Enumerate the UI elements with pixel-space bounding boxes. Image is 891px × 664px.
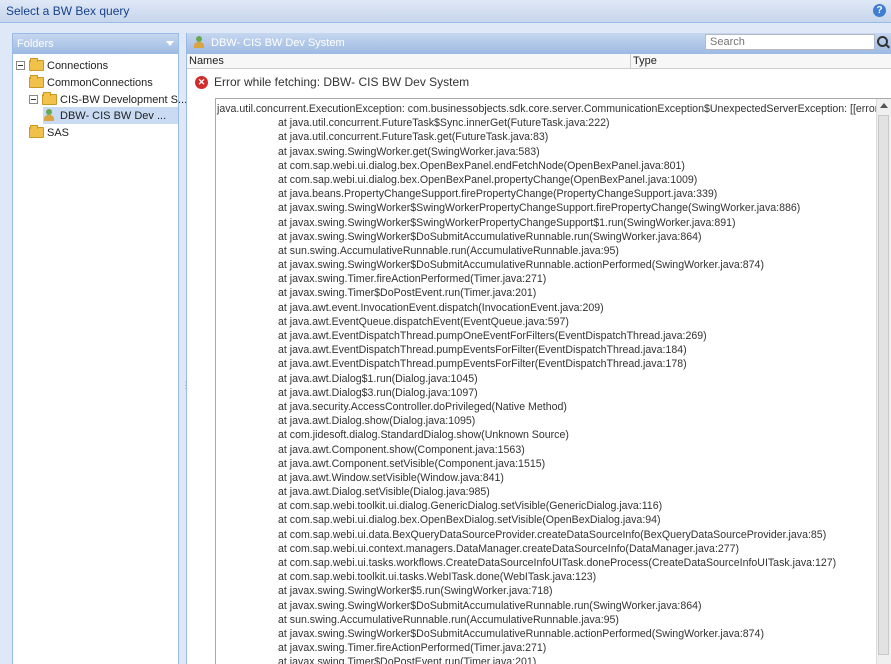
collapse-icon[interactable] [29,95,38,104]
content-title: DBW- CIS BW Dev System [211,37,345,49]
collapse-icon[interactable] [16,61,25,70]
stack-trace-line: at java.awt.EventDispatchThread.pumpOneE… [278,330,707,342]
stack-trace-line: at java.util.concurrent.FutureTask$Sync.… [278,117,610,130]
window-titlebar: Select a BW Bex query ? [0,0,891,23]
stack-trace-line: at java.awt.Dialog$1.run(Dialog.java:104… [278,372,478,385]
search-input[interactable] [705,34,875,50]
stack-trace-header-line: java.util.concurrent.ExecutionException:… [217,103,876,115]
bw-system-icon [193,36,207,49]
stack-trace-line: at com.sap.webi.ui.dialog.bex.OpenBexPan… [278,159,685,172]
stack-trace-line: at com.sap.webi.ui.context.managers.Data… [278,542,740,555]
tree-node[interactable]: CIS-BW Development S... [29,91,187,108]
stack-trace-line: at java.security.AccessController.doPriv… [278,400,567,413]
column-header-type[interactable]: Type [633,55,657,67]
folders-title: Folders [17,38,54,50]
stack-trace-line: at javax.swing.Timer.fireActionPerformed… [278,273,547,286]
error-row: ✕ Error while fetching: DBW- CIS BW Dev … [195,75,469,89]
stack-trace-line: at java.beans.PropertyChangeSupport.fire… [278,188,718,201]
folder-icon [29,58,44,71]
stack-trace-line: at java.awt.Dialog$3.run(Dialog.java:109… [278,386,478,399]
bw-system-icon [43,109,57,122]
stack-trace-line: at javax.swing.Timer.fireActionPerformed… [278,642,547,655]
folder-icon [29,125,44,138]
stack-trace-line: at javax.swing.SwingWorker$DoSubmitAccum… [278,259,764,272]
stack-trace-line: at java.awt.Dialog.setVisible(Dialog.jav… [278,486,490,499]
folders-header: Folders [13,34,178,54]
stack-trace-line: at java.awt.Component.setVisible(Compone… [278,457,546,470]
stack-trace-line: at java.awt.EventQueue.dispatchEvent(Eve… [278,315,569,328]
error-icon: ✕ [195,75,208,89]
stack-trace-line: at javax.swing.SwingWorker.get(SwingWork… [278,145,540,158]
stack-trace-line: at javax.swing.SwingWorker$5.run(SwingWo… [278,585,553,598]
vertical-scrollbar[interactable] [876,99,891,664]
tree-node-label: SAS [47,126,70,139]
folder-icon [29,75,44,88]
tree-node[interactable]: SAS [29,124,69,141]
stack-trace-line: at java.awt.Window.setVisible(Window.jav… [278,471,504,484]
stack-trace-line: at com.jidesoft.dialog.StandardDialog.sh… [278,429,569,442]
stack-trace-line: at java.awt.EventDispatchThread.pumpEven… [278,358,687,371]
content-panel: DBW- CIS BW Dev System Names Type ✕ Erro… [186,33,891,664]
help-icon[interactable]: ? [873,4,886,17]
stack-trace-line: at javax.swing.Timer$DoPostEvent.run(Tim… [278,287,537,300]
scroll-up-icon[interactable] [880,103,888,108]
stack-trace-line: at javax.swing.SwingWorker$DoSubmitAccum… [278,627,764,640]
stack-trace-line: at javax.swing.SwingWorker$DoSubmitAccum… [278,599,702,612]
tree-node[interactable]: Connections [16,57,108,74]
column-headers: Names Type [187,54,891,69]
window-title: Select a BW Bex query [6,4,130,18]
stack-trace-line: at java.util.concurrent.FutureTask.get(F… [278,131,549,144]
stack-trace-line: at com.sap.webi.toolkit.ui.dialog.Generi… [278,500,663,513]
stack-trace-line: at com.sap.webi.ui.tasks.workflows.Creat… [278,557,837,569]
stack-trace-line: at javax.swing.Timer$DoPostEvent.run(Tim… [278,656,537,664]
tree-node-label: Connections [47,59,109,72]
stack-trace-line: at com.sap.webi.ui.data.BexQueryDataSour… [278,528,827,541]
tree-node[interactable]: CommonConnections [29,74,153,91]
column-header-names[interactable]: Names [189,55,224,67]
column-divider[interactable] [630,54,631,68]
content-header: DBW- CIS BW Dev System [187,33,891,54]
tree-node-label: CIS-BW Development S... [60,93,188,106]
scrollbar-thumb[interactable] [878,115,889,655]
stack-trace-line: at java.awt.EventDispatchThread.pumpEven… [278,344,687,357]
tree-node-label: DBW- CIS BW Dev ... [60,109,167,122]
stack-trace-line: at javax.swing.SwingWorker$SwingWorkerPr… [278,216,736,229]
stack-trace-line: at com.sap.webi.ui.dialog.bex.OpenBexPan… [278,173,698,186]
tree-node[interactable]: DBW- CIS BW Dev ... [43,107,178,124]
stack-trace-line: at java.awt.Dialog.show(Dialog.java:1095… [278,415,476,428]
stack-trace-line: at javax.swing.SwingWorker$SwingWorkerPr… [278,202,801,215]
folder-icon [42,92,57,105]
chevron-down-icon[interactable] [166,41,174,46]
stack-trace-line: at javax.swing.SwingWorker$DoSubmitAccum… [278,230,702,243]
search-icon[interactable] [877,36,891,50]
stack-trace-line: at sun.swing.AccumulativeRunnable.run(Ac… [278,244,619,257]
tree-node-label: CommonConnections [47,76,153,89]
stack-trace-line: at com.sap.webi.ui.dialog.bex.OpenBexDia… [278,514,661,527]
folders-panel: Folders Connections CommonConnections CIS-… [12,33,187,664]
stack-trace-box[interactable]: java.util.concurrent.ExecutionException:… [215,98,891,664]
stack-trace-lines: java.util.concurrent.ExecutionException:… [216,102,876,664]
stack-trace-line: at java.awt.Component.show(Component.jav… [278,443,525,456]
panel-splitter-handle[interactable]: ⋮ [181,380,190,394]
stack-trace-line: at java.awt.event.InvocationEvent.dispat… [278,301,604,314]
stack-trace-line: at sun.swing.AccumulativeRunnable.run(Ac… [278,613,619,626]
stack-trace-line: at com.sap.webi.toolkit.ui.tasks.WebITas… [278,571,597,584]
error-message: Error while fetching: DBW- CIS BW Dev Sy… [214,75,470,89]
